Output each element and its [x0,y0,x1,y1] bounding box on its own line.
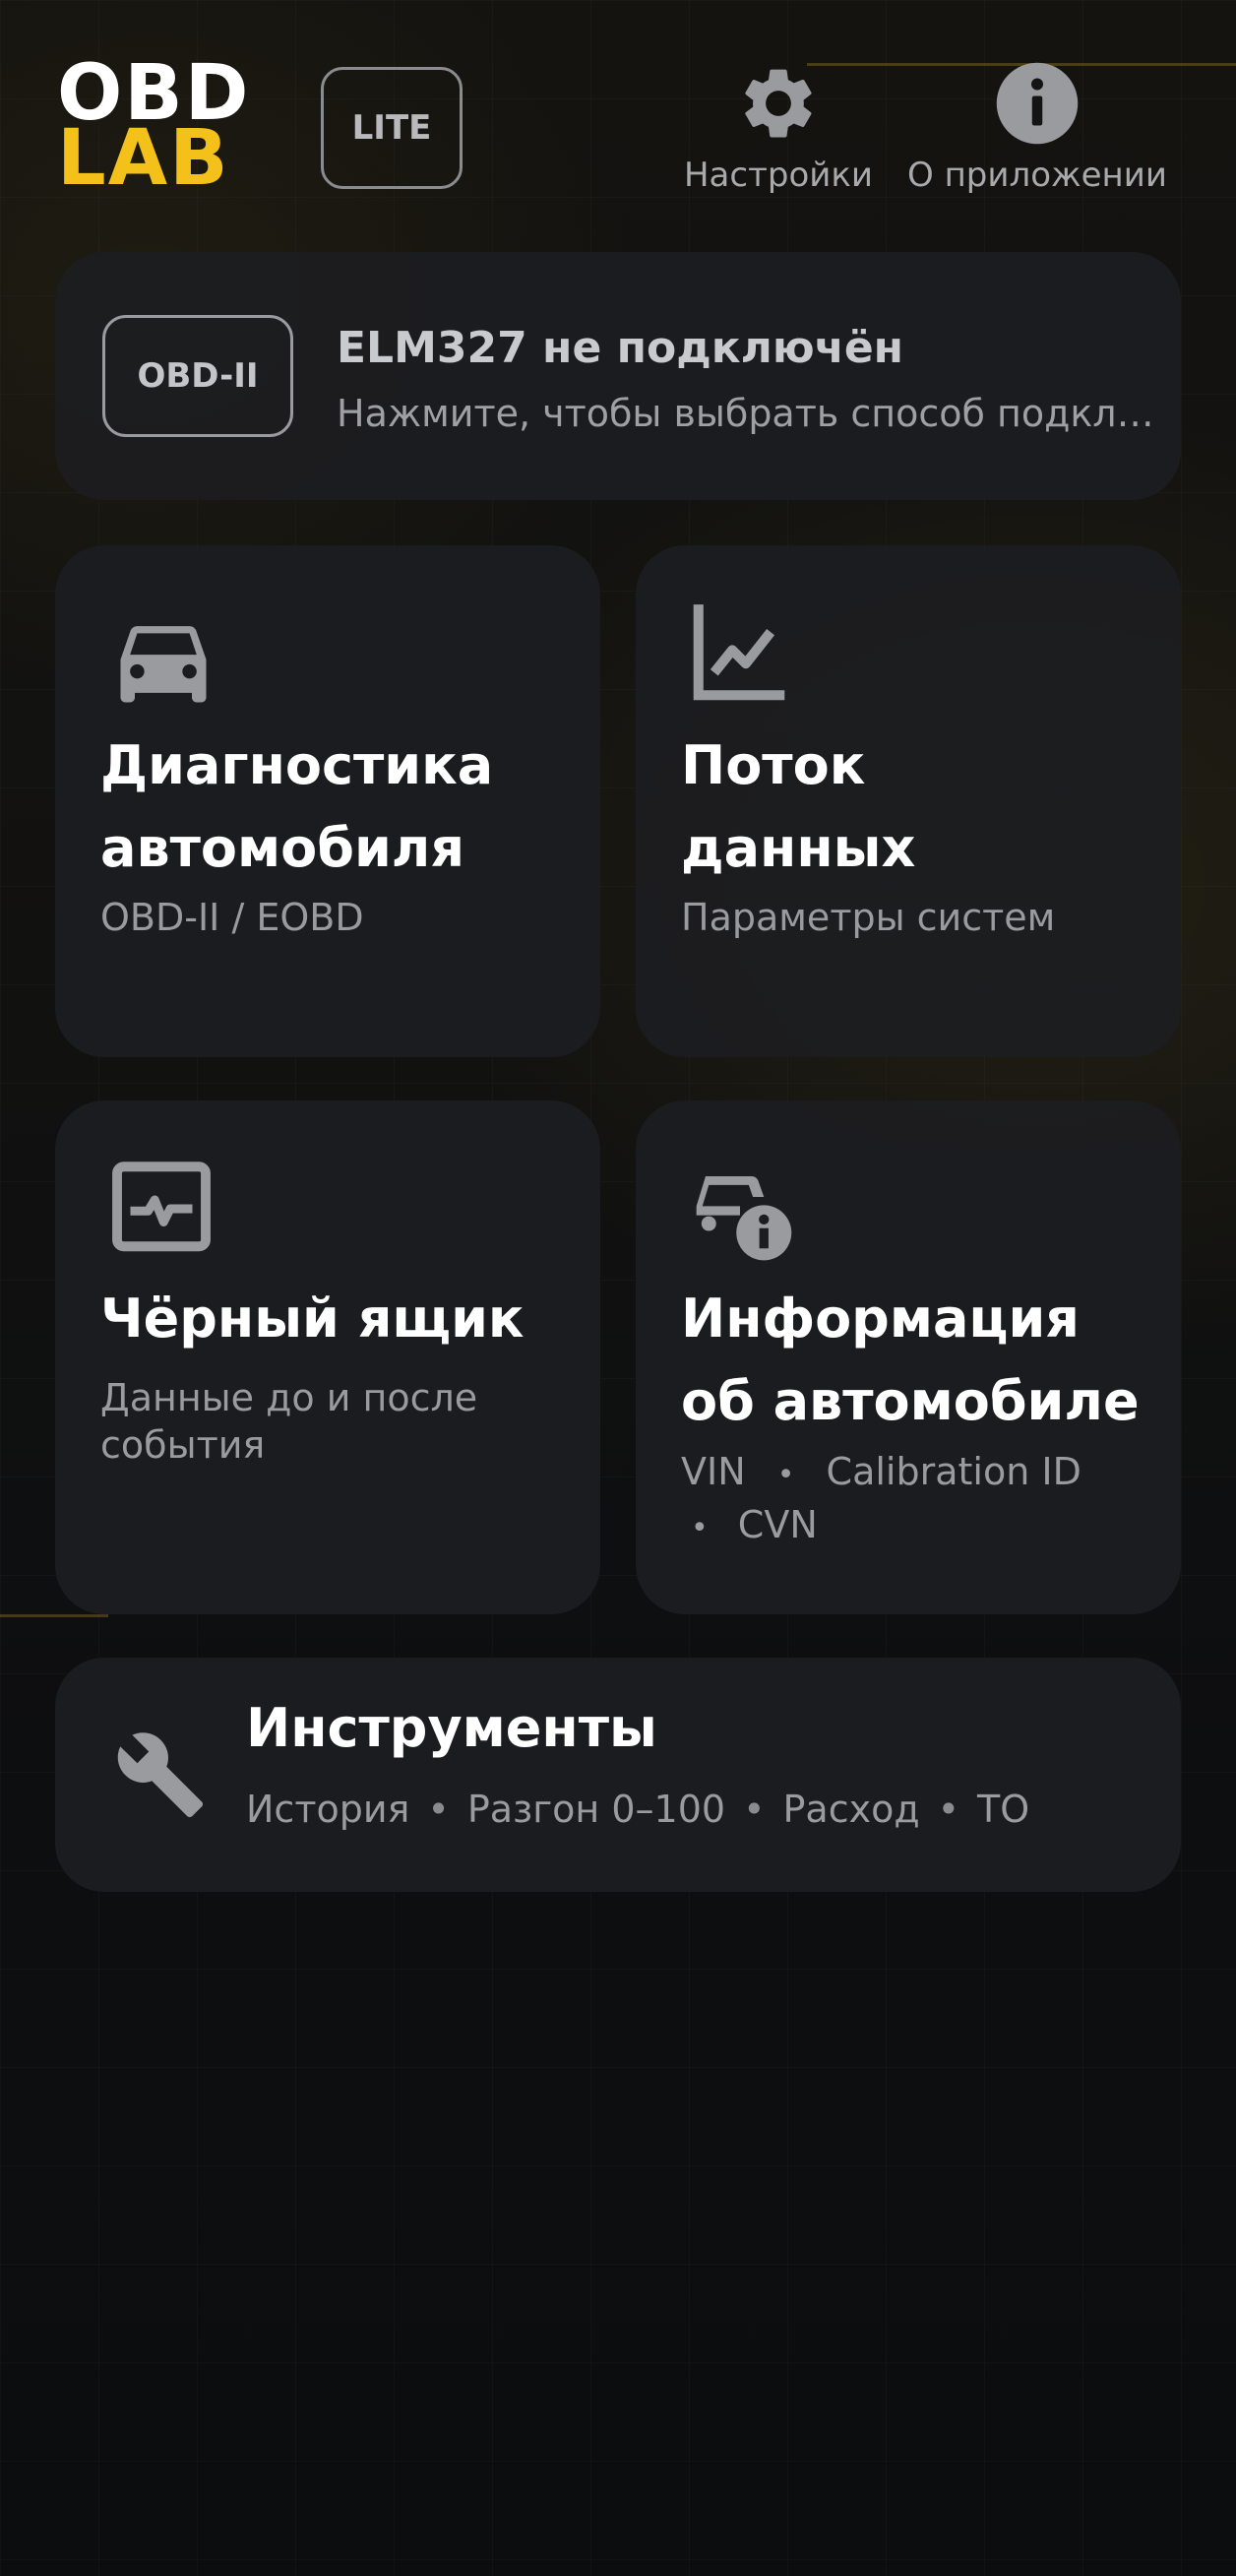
monitor-pulse-icon [112,1162,211,1252]
separator-dot: • [937,1788,960,1831]
separator-dot: • [776,1458,795,1492]
tile-title-line: данных [681,817,916,879]
tile-title-line: Диагностика [100,734,494,796]
about-label: О приложении [907,156,1167,195]
connection-card[interactable]: OBD-II ELM327 не подключён Нажмите, чтоб… [55,252,1181,500]
tile-subtitle-line: Данные до и после [100,1376,478,1419]
tile-subtitle-line: • CVN [681,1500,1153,1553]
vehicle-info-tile[interactable]: Информация об автомобиле VIN • Calibrati… [636,1100,1181,1614]
logo-text-lab: LAB [57,114,230,203]
tile-title-line: Информация [681,1288,1080,1350]
tile-subtitle-line: события [100,1423,266,1467]
tile-subtitle: Данные до и после события [100,1374,573,1469]
connection-subtitle: Нажмите, чтобы выбрать способ подключени… [337,392,1163,435]
tile-subtitle: VIN • Calibration ID • CVN [681,1447,1153,1553]
tile-title-line: автомобиля [100,817,465,879]
tile-subtitle-line: VIN • Calibration ID [681,1447,1153,1500]
obd-badge: OBD-II [102,315,293,437]
tools-item-maintenance: ТО [977,1788,1030,1831]
tile-title-line: Чёрный ящик [100,1288,525,1350]
gear-icon [745,69,812,138]
separator-dot: • [743,1788,766,1831]
tile-title: Поток данных [681,724,1173,890]
background-trace [0,1614,108,1617]
wrench-icon [117,1732,204,1818]
car-icon [120,626,207,703]
app-logo: OBD LAB [57,55,293,203]
tile-title: Чёрный ящик [100,1278,592,1360]
subtitle-part-vin: VIN [681,1450,746,1493]
separator-dot: • [691,1511,709,1545]
about-button[interactable]: О приложении [899,59,1175,195]
settings-label: Настройки [683,156,873,195]
chart-line-icon [693,604,785,701]
tools-title: Инструменты [246,1697,657,1759]
tools-subtitle: История • Разгон 0–100 • Расход • ТО [246,1788,1029,1831]
car-info-icon [696,1176,792,1261]
tools-item-acceleration: Разгон 0–100 [466,1788,726,1831]
tile-title: Информация об автомобиле [681,1278,1173,1443]
subtitle-part-cvn: CVN [737,1503,818,1546]
data-stream-tile[interactable]: Поток данных Параметры систем [636,545,1181,1057]
tile-subtitle: Параметры систем [681,896,1056,939]
connection-title: ELM327 не подключён [337,323,904,373]
tile-title-line: об автомобиле [681,1370,1140,1432]
separator-dot: • [427,1788,450,1831]
info-icon [996,62,1079,145]
subtitle-part-calibration-id: Calibration ID [826,1450,1082,1493]
tile-title-line: Поток [681,734,866,796]
diagnostics-tile[interactable]: Диагностика автомобиля OBD-II / EOBD [55,545,600,1057]
tools-card[interactable]: Инструменты История • Разгон 0–100 • Расход •… [55,1658,1181,1892]
tools-item-history: История [246,1788,410,1831]
tile-title: Диагностика автомобиля [100,724,592,890]
black-box-tile[interactable]: Чёрный ящик Данные до и после события [55,1100,600,1614]
settings-button[interactable]: Настройки [675,59,882,195]
tools-item-consumption: Расход [782,1788,920,1831]
tile-subtitle: OBD-II / EOBD [100,896,364,939]
lite-badge: LITE [321,67,463,189]
